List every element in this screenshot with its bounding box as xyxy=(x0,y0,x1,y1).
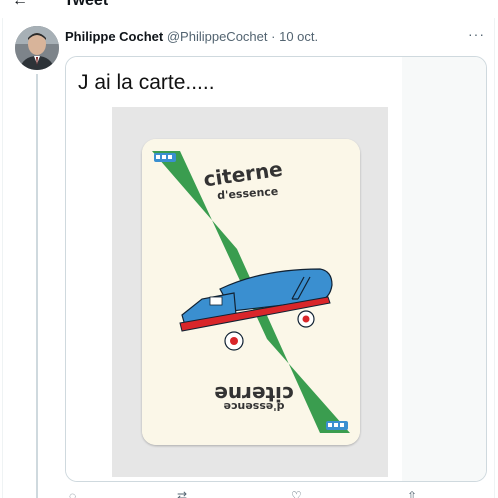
bus-icon-bottom xyxy=(326,421,348,430)
top-bar: ← Tweet xyxy=(0,0,498,18)
tweet-header: Philippe Cochet @PhilippeCochet · 10 oct… xyxy=(65,29,318,45)
arrow-left-icon[interactable]: ← xyxy=(12,0,28,10)
thread-line xyxy=(36,74,38,498)
tweet-actions: ◌ ⇄ ♡ ⇧ xyxy=(65,490,485,498)
share-icon[interactable]: ⇧ xyxy=(407,490,417,498)
card-label-bottom: citerne xyxy=(214,382,294,406)
tweet-date[interactable]: 10 oct. xyxy=(279,29,318,44)
more-icon[interactable]: ··· xyxy=(468,26,485,42)
game-card: citerne d'essence d'essence citerne xyxy=(142,139,360,445)
bus-icon-top xyxy=(154,153,176,162)
quoted-media[interactable]: J ai la carte..... citerne d'essence d'e… xyxy=(65,56,487,482)
author-name[interactable]: Philippe Cochet xyxy=(65,29,163,44)
media-gutter xyxy=(402,57,486,481)
retweet-icon[interactable]: ⇄ xyxy=(177,490,187,498)
photo: citerne d'essence d'essence citerne xyxy=(112,107,388,477)
page-title: Tweet xyxy=(64,0,109,9)
like-icon[interactable]: ♡ xyxy=(291,490,302,498)
reply-icon[interactable]: ◌ xyxy=(69,490,76,498)
quote-image[interactable]: J ai la carte..... citerne d'essence d'e… xyxy=(66,57,402,481)
author-handle[interactable]: @PhilippeCochet xyxy=(167,29,268,44)
avatar[interactable] xyxy=(15,26,59,70)
tweet[interactable]: Philippe Cochet @PhilippeCochet · 10 oct… xyxy=(3,18,495,498)
separator: · xyxy=(271,29,276,44)
quote-text: J ai la carte..... xyxy=(78,71,215,94)
